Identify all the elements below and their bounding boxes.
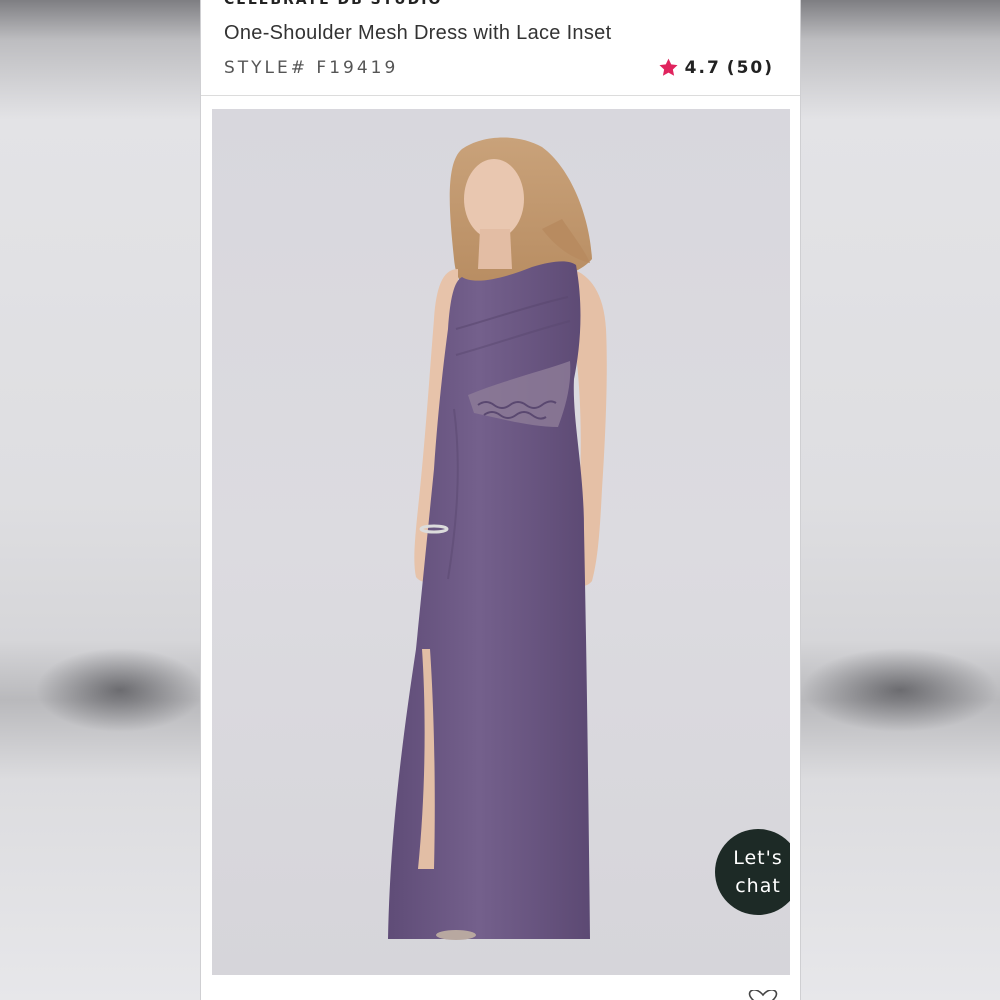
star-icon: [659, 58, 678, 76]
product-card: CELEBRATE DB STUDIO One-Shoulder Mesh Dr…: [200, 0, 801, 1000]
chat-line-1: Let's: [733, 847, 783, 869]
review-count: (50): [726, 57, 774, 78]
product-image[interactable]: Let's chat: [212, 109, 790, 975]
header-divider: [201, 95, 800, 96]
heart-icon[interactable]: [746, 990, 780, 1000]
rating-link[interactable]: 4.7 (50): [658, 57, 774, 78]
dress-model-illustration: [388, 137, 607, 940]
rating-value: 4.7: [684, 57, 721, 78]
style-number: STYLE# F19419: [224, 58, 399, 78]
brand-name[interactable]: CELEBRATE DB STUDIO: [224, 0, 442, 8]
product-title: One-Shoulder Mesh Dress with Lace Inset: [224, 22, 612, 44]
bottom-action-bar: [746, 990, 780, 1000]
chat-line-2: chat: [735, 875, 781, 897]
